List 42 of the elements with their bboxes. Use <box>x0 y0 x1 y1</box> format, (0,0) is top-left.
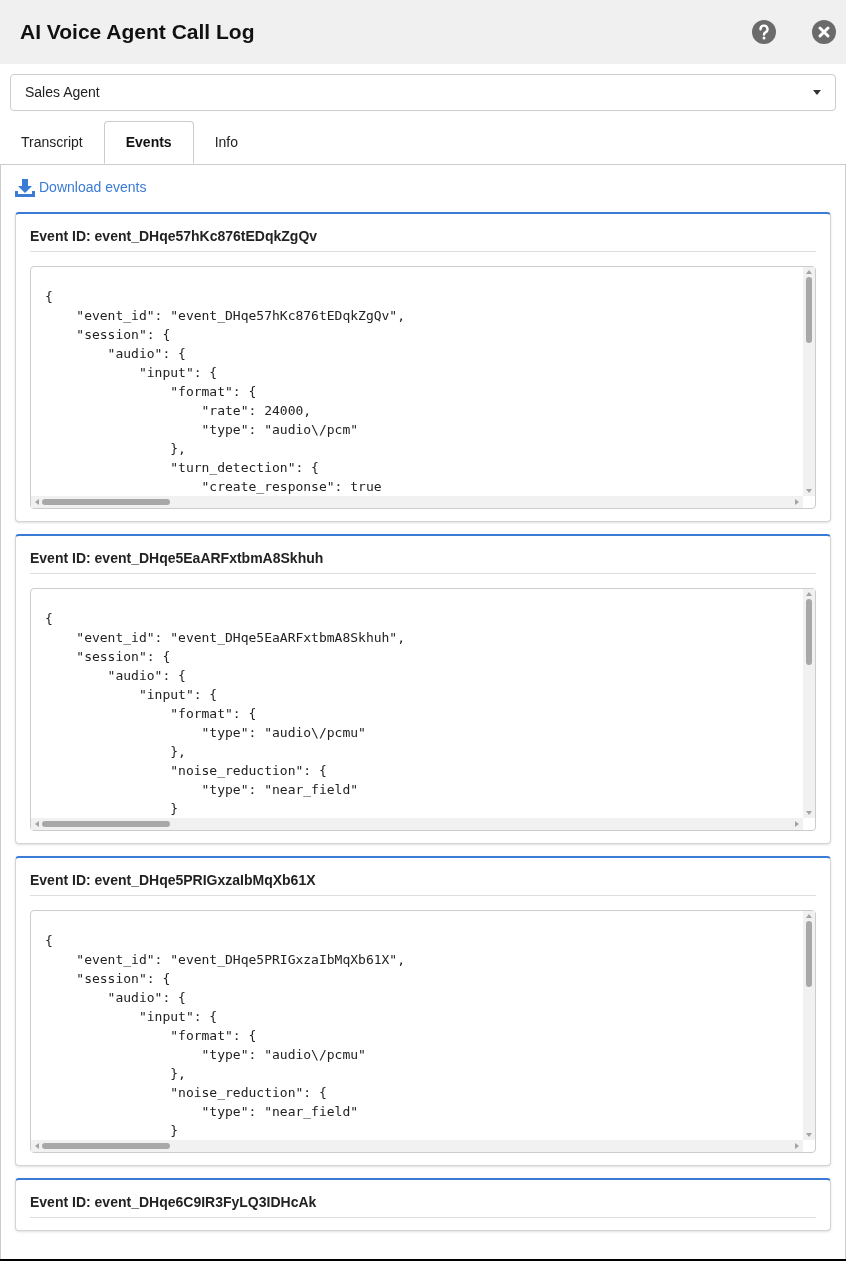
scroll-down-icon[interactable] <box>805 810 813 816</box>
tab[interactable]: Transcript <box>0 121 104 164</box>
scrollbar-thumb[interactable] <box>42 1143 170 1149</box>
event-title: Event ID: event_DHqe5PRIGxzaIbMqXb61X <box>30 870 816 896</box>
json-text: { "event_id": "event_DHqe5PRIGxzaIbMqXb61X", "session": { "audio": { "input": { "format": { "type": "audio\/pcmu" }, "noise_reduction": { "type": "near_field" } <box>44 932 407 1140</box>
vertical-scrollbar[interactable] <box>803 911 815 1140</box>
scroll-left-icon[interactable] <box>34 498 40 506</box>
download-icon[interactable] <box>15 178 35 197</box>
scrollbar-thumb[interactable] <box>42 499 170 505</box>
horizontal-scrollbar[interactable] <box>31 496 803 508</box>
scroll-right-icon[interactable] <box>794 820 800 828</box>
scroll-down-icon[interactable] <box>805 488 813 494</box>
event-title: Event ID: event_DHqe5EaARFxtbmA8Skhuh <box>30 548 816 574</box>
tab[interactable]: Info <box>193 121 259 164</box>
vertical-scrollbar[interactable] <box>803 589 815 818</box>
json-text: { "event_id": "event_DHqe5EaARFxtbmA8Skhuh", "session": { "audio": { "input": { "format": { "type": "audio\/pcmu" }, "noise_reduction": { "type": "near_field" } <box>44 610 407 818</box>
close-icon[interactable] <box>812 20 836 44</box>
vertical-scrollbar[interactable] <box>803 267 815 496</box>
window-title: AI Voice Agent Call Log <box>20 19 256 46</box>
help-icon[interactable] <box>752 20 776 44</box>
event-title: Event ID: event_DHqe57hKc876tEDqkZgQv <box>30 226 816 252</box>
horizontal-scrollbar[interactable] <box>31 1140 803 1152</box>
scroll-right-icon[interactable] <box>794 1142 800 1150</box>
scroll-up-icon[interactable] <box>805 591 813 597</box>
horizontal-scrollbar[interactable] <box>31 818 803 830</box>
scroll-left-icon[interactable] <box>34 1142 40 1150</box>
scrollbar-thumb[interactable] <box>806 921 812 987</box>
download-link[interactable]: Download events <box>39 177 147 198</box>
event-title: Event ID: event_DHqe6C9IR3FyLQ3IDHcAk <box>30 1192 816 1218</box>
scroll-right-icon[interactable] <box>794 498 800 506</box>
dropdown-value: Sales Agent <box>25 83 101 102</box>
scroll-down-icon[interactable] <box>805 1132 813 1138</box>
caret-icon <box>813 90 821 95</box>
scroll-up-icon[interactable] <box>805 269 813 275</box>
agent-dropdown[interactable]: Sales Agent <box>10 74 836 111</box>
tab[interactable]: Events <box>103 121 194 164</box>
scrollbar-thumb[interactable] <box>42 821 170 827</box>
scroll-up-icon[interactable] <box>805 913 813 919</box>
json-text: { "event_id": "event_DHqe57hKc876tEDqkZgQv", "session": { "audio": { "input": { "format": { "rate": 24000, "type": "audio\/pcm" }, "turn_detection": { "create_response": true <box>44 288 407 496</box>
scrollbar-thumb[interactable] <box>806 277 812 343</box>
scrollbar-thumb[interactable] <box>806 599 812 665</box>
scroll-left-icon[interactable] <box>34 820 40 828</box>
